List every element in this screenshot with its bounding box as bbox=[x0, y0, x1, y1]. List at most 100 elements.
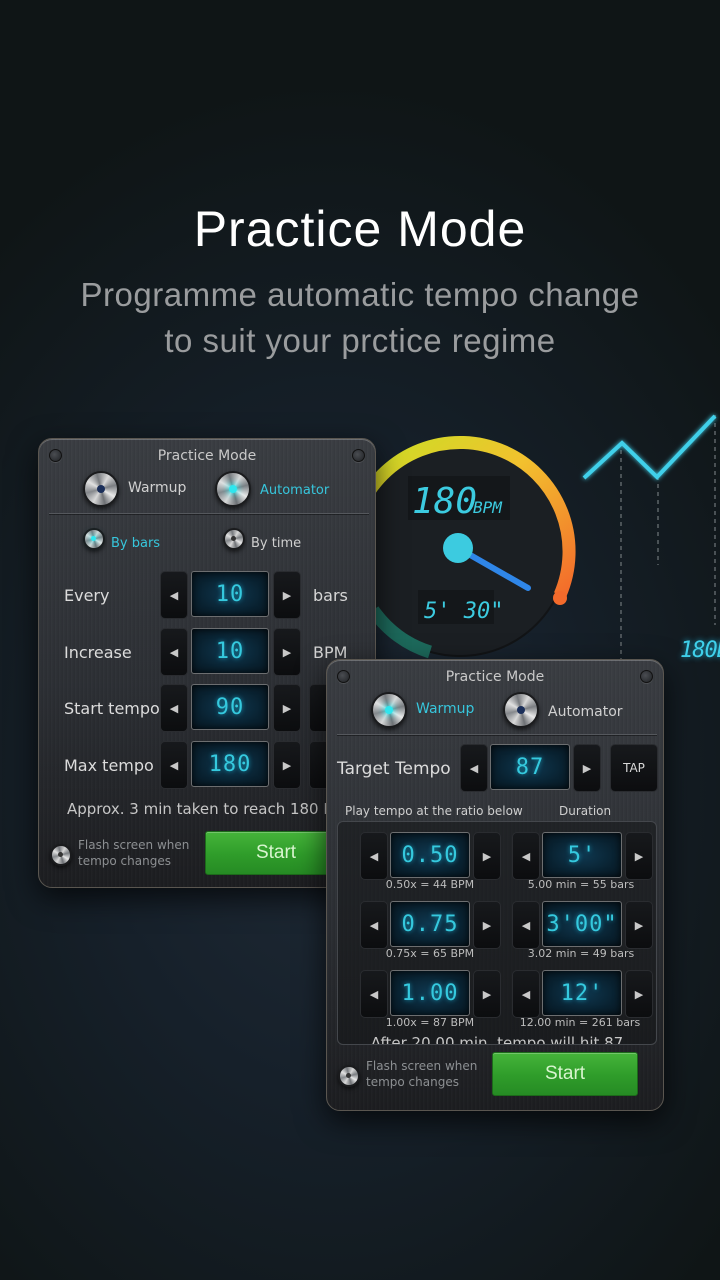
flash-screen-toggle[interactable] bbox=[338, 1065, 360, 1087]
arrow-right-icon: ▶ bbox=[634, 987, 644, 1001]
ratio-1-display: 0.50 bbox=[390, 832, 470, 878]
automator-mode-knob[interactable] bbox=[215, 471, 251, 507]
ratio-header: Play tempo at the ratio below bbox=[345, 804, 523, 818]
hero-subtitle-line1: Programme automatic tempo change bbox=[80, 276, 640, 313]
arrow-right-icon: ▶ bbox=[482, 987, 492, 1001]
max-tempo-increment-button[interactable]: ▶ bbox=[273, 741, 301, 789]
arrow-right-icon: ▶ bbox=[482, 849, 492, 863]
arrow-right-icon: ▶ bbox=[482, 918, 492, 932]
max-tempo-label: Max tempo bbox=[64, 756, 154, 775]
by-bars-label[interactable]: By bars bbox=[111, 536, 160, 551]
target-tempo-label: Target Tempo bbox=[337, 759, 451, 779]
gauge-bpm-value: 180 bbox=[412, 481, 477, 522]
flash-label-line2: tempo changes bbox=[78, 854, 171, 868]
divider bbox=[49, 513, 369, 514]
arrow-left-icon: ◀ bbox=[169, 758, 179, 772]
arrow-left-icon: ◀ bbox=[369, 918, 379, 932]
duration-1-display: 5' bbox=[542, 832, 622, 878]
arrow-left-icon: ◀ bbox=[521, 849, 531, 863]
duration-3-increment-button[interactable]: ▶ bbox=[625, 970, 653, 1018]
duration-2-decrement-button[interactable]: ◀ bbox=[512, 901, 540, 949]
duration-1-decrement-button[interactable]: ◀ bbox=[512, 832, 540, 880]
duration-2-increment-button[interactable]: ▶ bbox=[625, 901, 653, 949]
approx-time-note: Approx. 3 min taken to reach 180 BPM bbox=[67, 800, 347, 818]
every-increment-button[interactable]: ▶ bbox=[273, 571, 301, 619]
increase-value-display: 10 bbox=[191, 628, 269, 674]
warmup-mode-knob[interactable] bbox=[83, 471, 119, 507]
ratio-2-display: 0.75 bbox=[390, 901, 470, 947]
target-tempo-display: 87 bbox=[490, 744, 570, 790]
duration-header: Duration bbox=[559, 804, 612, 818]
duration-3-display: 12' bbox=[542, 970, 622, 1016]
gauge-time: 5' 30" bbox=[424, 599, 503, 624]
every-label: Every bbox=[64, 586, 110, 605]
ratio-2-decrement-button[interactable]: ◀ bbox=[360, 901, 388, 949]
divider bbox=[337, 734, 657, 735]
ratio-3-increment-button[interactable]: ▶ bbox=[473, 970, 501, 1018]
arrow-right-icon: ▶ bbox=[282, 758, 292, 772]
max-tempo-value-display: 180 bbox=[191, 741, 269, 787]
target-tempo-increment-button[interactable]: ▶ bbox=[573, 744, 601, 792]
flash-label-line2: tempo changes bbox=[366, 1075, 459, 1089]
start-tempo-label: Start tempo bbox=[64, 699, 160, 718]
warmup-mode-knob[interactable] bbox=[371, 692, 407, 728]
start-tempo-increment-button[interactable]: ▶ bbox=[273, 684, 301, 732]
gauge-hub bbox=[443, 533, 473, 563]
arrow-left-icon: ◀ bbox=[521, 918, 531, 932]
arrow-right-icon: ▶ bbox=[282, 701, 292, 715]
ratio-1-caption: 0.50x = 44 BPM bbox=[385, 878, 475, 891]
automator-mode-knob[interactable] bbox=[503, 692, 539, 728]
increase-label: Increase bbox=[64, 643, 132, 662]
tap-tempo-button[interactable]: TAP bbox=[610, 744, 658, 792]
ratio-1-increment-button[interactable]: ▶ bbox=[473, 832, 501, 880]
increase-decrement-button[interactable]: ◀ bbox=[160, 628, 188, 676]
target-tempo-decrement-button[interactable]: ◀ bbox=[460, 744, 488, 792]
by-time-label[interactable]: By time bbox=[251, 536, 301, 551]
every-decrement-button[interactable]: ◀ bbox=[160, 571, 188, 619]
arrow-right-icon: ▶ bbox=[282, 588, 292, 602]
by-time-radio[interactable] bbox=[223, 528, 245, 550]
warmup-mode-label[interactable]: Warmup bbox=[128, 480, 186, 496]
duration-3-caption: 12.00 min = 261 bars bbox=[519, 1016, 641, 1029]
flash-label-line1: Flash screen when bbox=[78, 838, 190, 852]
arrow-right-icon: ▶ bbox=[634, 918, 644, 932]
automator-mode-label[interactable]: Automator bbox=[260, 483, 329, 498]
warmup-card: Practice Mode Warmup Automator Target Te… bbox=[326, 659, 664, 1111]
gauge-bpm-unit: BPM bbox=[473, 498, 503, 517]
arrow-left-icon: ◀ bbox=[169, 701, 179, 715]
graph-line bbox=[582, 414, 717, 480]
warmup-mode-label[interactable]: Warmup bbox=[416, 701, 474, 717]
flash-label-line1: Flash screen when bbox=[366, 1059, 478, 1073]
automator-mode-label[interactable]: Automator bbox=[548, 704, 623, 720]
start-button[interactable]: Start bbox=[492, 1052, 638, 1096]
arrow-right-icon: ▶ bbox=[634, 849, 644, 863]
card-title: Practice Mode bbox=[445, 669, 545, 685]
ratio-3-decrement-button[interactable]: ◀ bbox=[360, 970, 388, 1018]
increase-increment-button[interactable]: ▶ bbox=[273, 628, 301, 676]
ratio-3-caption: 1.00x = 87 BPM bbox=[385, 1016, 475, 1029]
duration-2-display: 3'00" bbox=[542, 901, 622, 947]
arrow-left-icon: ◀ bbox=[521, 987, 531, 1001]
arrow-right-icon: ▶ bbox=[282, 645, 292, 659]
flash-screen-label: Flash screen when tempo changes bbox=[78, 837, 189, 869]
arrow-left-icon: ◀ bbox=[469, 761, 479, 775]
max-tempo-decrement-button[interactable]: ◀ bbox=[160, 741, 188, 789]
ratio-2-caption: 0.75x = 65 BPM bbox=[385, 947, 475, 960]
flash-screen-label: Flash screen when tempo changes bbox=[366, 1058, 477, 1090]
ratio-3-display: 1.00 bbox=[390, 970, 470, 1016]
every-unit: bars bbox=[313, 586, 348, 605]
duration-1-caption: 5.00 min = 55 bars bbox=[527, 878, 635, 891]
by-bars-radio[interactable] bbox=[83, 528, 105, 550]
ratio-1-decrement-button[interactable]: ◀ bbox=[360, 832, 388, 880]
start-tempo-value-display: 90 bbox=[191, 684, 269, 730]
every-value-display: 10 bbox=[191, 571, 269, 617]
duration-3-decrement-button[interactable]: ◀ bbox=[512, 970, 540, 1018]
start-tempo-decrement-button[interactable]: ◀ bbox=[160, 684, 188, 732]
tempo-gauge: 180 BPM 5' 30" bbox=[351, 435, 576, 659]
flash-screen-toggle[interactable] bbox=[50, 844, 72, 866]
arrow-left-icon: ◀ bbox=[369, 849, 379, 863]
hero-title: Practice Mode bbox=[193, 201, 527, 257]
warmup-steps-panel: ◀ 0.50 ▶ 0.50x = 44 BPM ◀ 5' ▶ 5.00 min … bbox=[337, 821, 657, 1045]
ratio-2-increment-button[interactable]: ▶ bbox=[473, 901, 501, 949]
duration-1-increment-button[interactable]: ▶ bbox=[625, 832, 653, 880]
